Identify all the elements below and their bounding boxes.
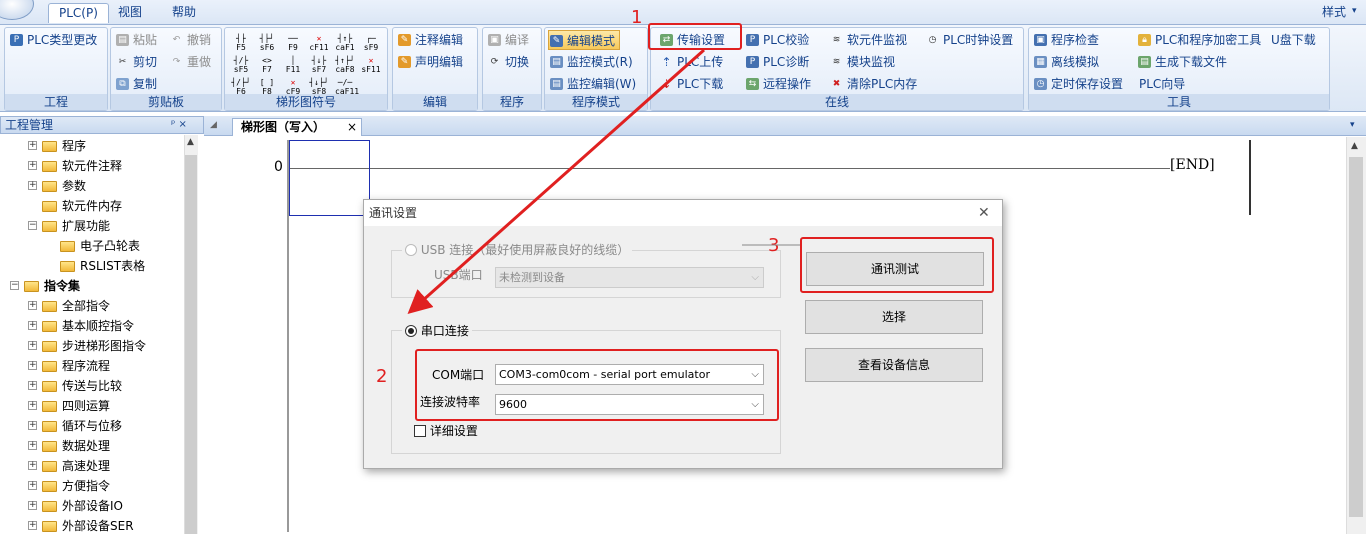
arrow-to-serial [407, 48, 705, 314]
annotation-arrows [407, 48, 800, 314]
